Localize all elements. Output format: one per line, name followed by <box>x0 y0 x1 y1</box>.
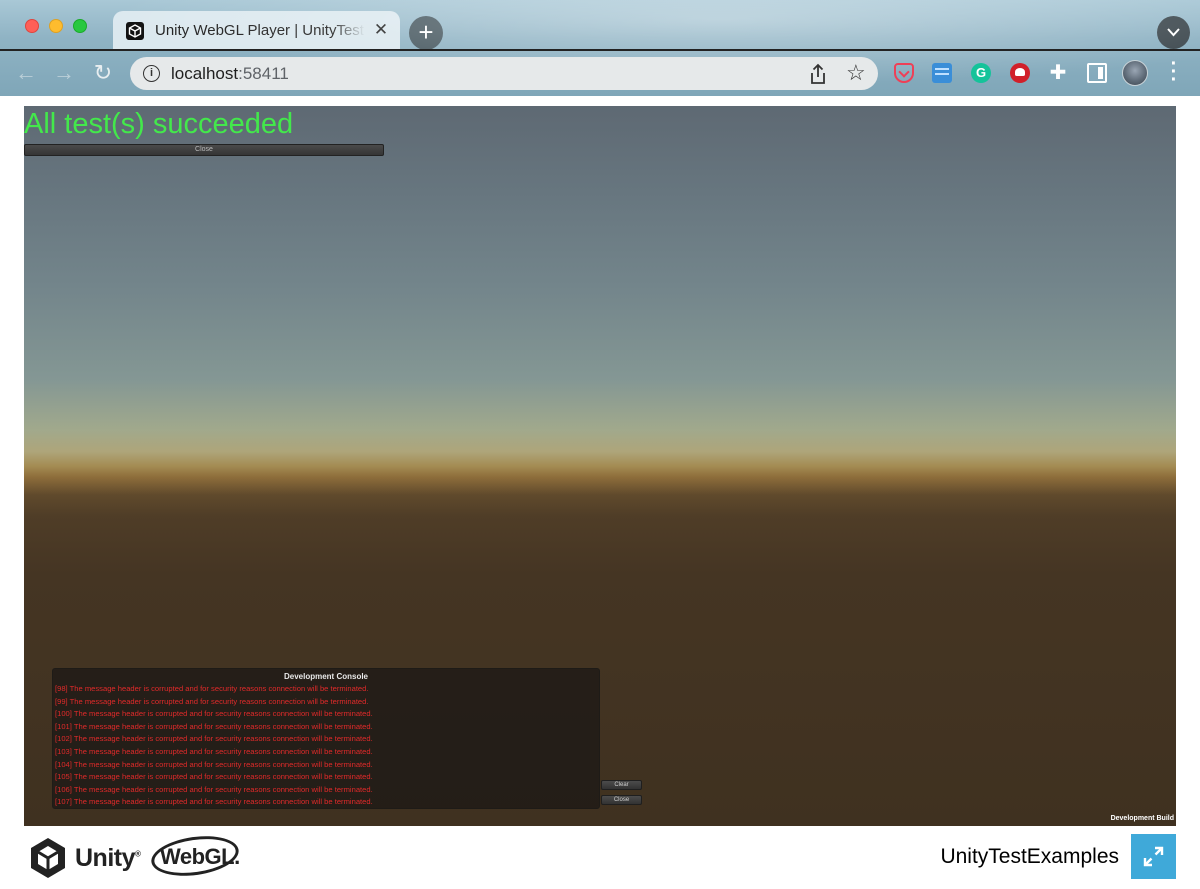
console-line: [106] The message header is corrupted an… <box>55 784 373 794</box>
chevron-down-icon <box>1167 28 1180 37</box>
pocket-icon[interactable] <box>894 63 914 83</box>
console-line: [104] The message header is corrupted an… <box>55 759 373 769</box>
development-console: Development Console [98] The message hea… <box>52 668 600 809</box>
window-close-button[interactable] <box>25 19 39 33</box>
grammarly-icon[interactable]: G <box>971 63 991 83</box>
console-line: [107] The message header is corrupted an… <box>55 797 373 807</box>
development-build-label: Development Build <box>1110 815 1174 822</box>
tab-close-icon[interactable]: ✕ <box>371 20 391 40</box>
unity-favicon-icon <box>126 22 144 40</box>
console-close-button[interactable]: Close <box>601 795 642 805</box>
url-host: localhost <box>171 64 239 83</box>
side-panel-icon[interactable] <box>1087 63 1107 83</box>
unity-label: Unity <box>75 844 136 872</box>
browser-tab[interactable]: Unity WebGL Player | UnityTestExamples ✕ <box>113 11 400 49</box>
window-minimize-button[interactable] <box>49 19 63 33</box>
console-line: [98] The message header is corrupted and… <box>55 684 369 693</box>
red-extension-icon[interactable] <box>1010 63 1030 83</box>
kebab-menu-icon[interactable]: · · · <box>1164 54 1184 90</box>
reload-icon[interactable]: ↻ <box>91 61 115 85</box>
console-clear-button[interactable]: Clear <box>601 780 642 790</box>
test-status-text: All test(s) succeeded <box>24 108 294 140</box>
webgl-label: WebGL <box>160 844 235 869</box>
url-port: :58411 <box>238 64 289 83</box>
console-line: [102] The message header is corrupted an… <box>55 734 373 744</box>
console-log: [98] The message header is corrupted and… <box>55 683 595 809</box>
console-line: [105] The message header is corrupted an… <box>55 772 373 782</box>
arrow-right-icon[interactable]: → <box>52 61 76 85</box>
puzzle-icon[interactable]: ✚ <box>1048 63 1068 83</box>
arrow-left-icon[interactable]: ← <box>14 61 38 85</box>
unity-logo-icon <box>31 838 65 878</box>
console-line: [99] The message header is corrupted and… <box>55 696 369 706</box>
card-icon[interactable] <box>932 63 952 83</box>
unity-wordmark: Unity® <box>75 844 141 873</box>
star-icon[interactable]: ☆ <box>846 61 866 85</box>
webgl-wordmark: WebGL. <box>160 844 240 870</box>
unity-canvas[interactable]: All test(s) succeeded Close Development … <box>24 106 1176 826</box>
address-bar[interactable]: i localhost:58411 ☆ <box>130 57 878 90</box>
webgl-footer: Unity® WebGL. UnityTestExamples <box>0 826 1200 889</box>
fullscreen-button[interactable] <box>1131 834 1176 879</box>
share-icon[interactable] <box>808 63 828 85</box>
window-zoom-button[interactable] <box>73 19 87 33</box>
product-name: UnityTestExamples <box>940 845 1119 868</box>
avatar[interactable] <box>1122 60 1148 86</box>
console-title: Development Console <box>283 672 368 681</box>
tab-title: Unity WebGL Player | UnityTestExamples <box>155 22 365 39</box>
fullscreen-icon <box>1143 846 1164 867</box>
console-line: [101] The message header is corrupted an… <box>55 721 373 731</box>
new-tab-button[interactable]: + <box>409 16 443 50</box>
unity-registered-mark: ® <box>135 849 141 859</box>
tab-strip-divider <box>0 49 1200 51</box>
console-line: [100] The message header is corrupted an… <box>55 709 373 719</box>
url-text[interactable]: localhost:58411 <box>171 64 289 84</box>
webgl-dot: . <box>234 844 240 869</box>
console-line: [103] The message header is corrupted an… <box>55 746 373 756</box>
tab-search-button[interactable] <box>1157 16 1190 49</box>
close-button[interactable]: Close <box>24 144 384 156</box>
info-icon[interactable]: i <box>143 65 160 82</box>
